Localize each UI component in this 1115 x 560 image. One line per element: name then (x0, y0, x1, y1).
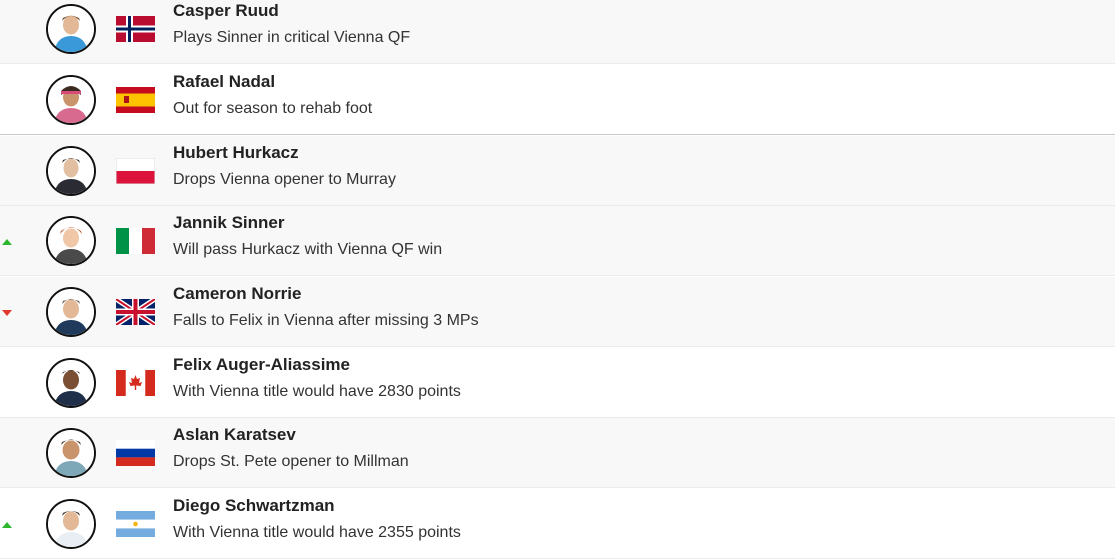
player-name: Cameron Norrie (173, 284, 302, 303)
list-item[interactable]: Jannik Sinner Will pass Hurkacz with Vie… (0, 206, 1115, 276)
player-name: Aslan Karatsev (173, 425, 296, 444)
player-name: Diego Schwartzman (173, 496, 335, 515)
player-note: Will pass Hurkacz with Vienna QF win (173, 241, 443, 258)
player-note: Falls to Felix in Vienna after missing 3… (173, 312, 479, 329)
player-note: Plays Sinner in critical Vienna QF (173, 29, 411, 46)
italy-flag (116, 228, 155, 254)
russia-flag (116, 440, 155, 466)
player-list: Casper Ruud Plays Sinner in critical Vie… (0, 0, 1115, 560)
player-name: Hubert Hurkacz (173, 143, 299, 162)
player-avatar (46, 499, 96, 549)
player-name: Rafael Nadal (173, 72, 276, 91)
player-avatar (46, 4, 96, 54)
rank-down-icon (2, 310, 12, 316)
player-note: Drops St. Pete opener to Millman (173, 453, 409, 470)
player-name: Felix Auger-Aliassime (173, 355, 350, 374)
list-item[interactable]: Hubert Hurkacz Drops Vienna opener to Mu… (0, 136, 1115, 206)
list-item[interactable]: Diego Schwartzman With Vienna title woul… (0, 489, 1115, 559)
player-name: Jannik Sinner (173, 213, 285, 232)
rank-up-icon (2, 239, 12, 245)
player-note: With Vienna title would have 2830 points (173, 383, 461, 400)
uk-flag (116, 299, 155, 325)
rank-up-icon (2, 522, 12, 528)
player-avatar (46, 358, 96, 408)
player-avatar (46, 146, 96, 196)
argentina-flag (116, 511, 155, 537)
canada-flag (116, 370, 155, 396)
poland-flag (116, 158, 155, 184)
list-item[interactable]: Casper Ruud Plays Sinner in critical Vie… (0, 0, 1115, 64)
player-avatar (46, 216, 96, 266)
player-note: Out for season to rehab foot (173, 100, 373, 117)
player-avatar (46, 287, 96, 337)
player-note: With Vienna title would have 2355 points (173, 524, 461, 541)
player-avatar (46, 75, 96, 125)
list-item[interactable]: Felix Auger-Aliassime With Vienna title … (0, 348, 1115, 418)
list-item[interactable]: Aslan Karatsev Drops St. Pete opener to … (0, 418, 1115, 488)
norway-flag (116, 16, 155, 42)
list-item[interactable]: Rafael Nadal Out for season to rehab foo… (0, 65, 1115, 135)
list-item[interactable]: Cameron Norrie Falls to Felix in Vienna … (0, 277, 1115, 347)
player-name: Casper Ruud (173, 1, 279, 20)
player-note: Drops Vienna opener to Murray (173, 171, 396, 188)
spain-flag (116, 87, 155, 113)
player-avatar (46, 428, 96, 478)
